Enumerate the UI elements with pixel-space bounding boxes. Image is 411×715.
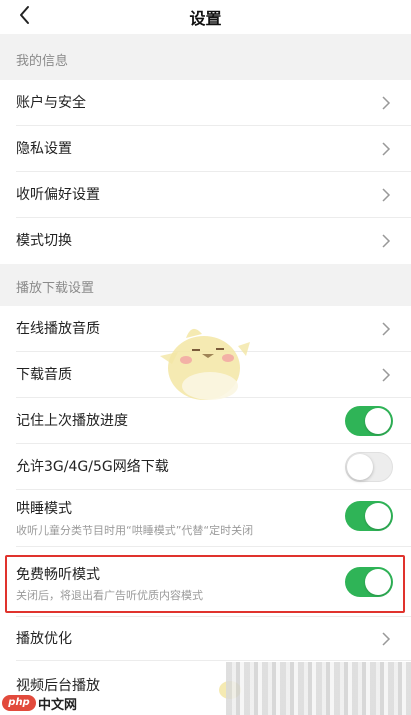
toggle-knob — [365, 408, 391, 434]
row-label: 模式切换 — [16, 233, 72, 249]
row-listening-pref[interactable]: 收听偏好设置 — [0, 172, 411, 218]
row-privacy[interactable]: 隐私设置 — [0, 126, 411, 172]
toggle-knob — [347, 454, 373, 480]
chevron-right-icon — [382, 632, 391, 646]
row-description: 收听儿童分类节目时用“哄睡模式”代替“定时关闭 — [16, 524, 254, 537]
row-account-security[interactable]: 账户与安全 — [0, 80, 411, 126]
row-label: 收听偏好设置 — [16, 187, 100, 203]
row-label: 播放优化 — [16, 631, 72, 647]
watermark-badge: php — [2, 695, 36, 711]
chevron-right-icon — [382, 322, 391, 336]
mobile-download-toggle[interactable] — [345, 452, 393, 482]
section-header-playback-download: 播放下载设置 — [0, 264, 411, 306]
row-label: 在线播放音质 — [16, 321, 100, 337]
chevron-right-icon — [382, 368, 391, 382]
row-label: 允许3G/4G/5G网络下载 — [16, 459, 169, 475]
row-mode-switch[interactable]: 模式切换 — [0, 218, 411, 264]
chick-mascot-icon — [160, 328, 250, 400]
pixelated-watermark — [226, 662, 411, 715]
highlight-box — [5, 555, 405, 613]
row-label: 下载音质 — [16, 367, 72, 383]
sleep-mode-toggle[interactable] — [345, 501, 393, 531]
chevron-right-icon — [382, 234, 391, 248]
remember-progress-toggle[interactable] — [345, 406, 393, 436]
row-label: 哄睡模式 — [16, 501, 72, 517]
row-allow-mobile-download: 允许3G/4G/5G网络下载 — [0, 444, 411, 490]
row-label: 视频后台播放 — [16, 678, 100, 694]
row-remember-progress: 记住上次播放进度 — [0, 398, 411, 444]
chevron-right-icon — [382, 142, 391, 156]
row-label: 账户与安全 — [16, 95, 86, 111]
row-label: 隐私设置 — [16, 141, 72, 157]
watermark-logo: php 中文网 — [2, 694, 88, 713]
top-nav-bar: 设置 — [0, 0, 411, 34]
row-sleep-mode: 哄睡模式 收听儿童分类节目时用“哄睡模式”代替“定时关闭 — [0, 490, 411, 547]
chevron-right-icon — [382, 188, 391, 202]
section-label: 播放下载设置 — [16, 281, 95, 296]
section-label: 我的信息 — [16, 54, 69, 69]
watermark-text: 中文网 — [38, 698, 78, 713]
toggle-knob — [365, 503, 391, 529]
section-header-my-info: 我的信息 — [0, 34, 411, 80]
row-playback-optimization[interactable]: 播放优化 — [0, 617, 411, 661]
page-title: 设置 — [189, 9, 222, 28]
row-label: 记住上次播放进度 — [16, 413, 128, 429]
chevron-right-icon — [382, 96, 391, 110]
